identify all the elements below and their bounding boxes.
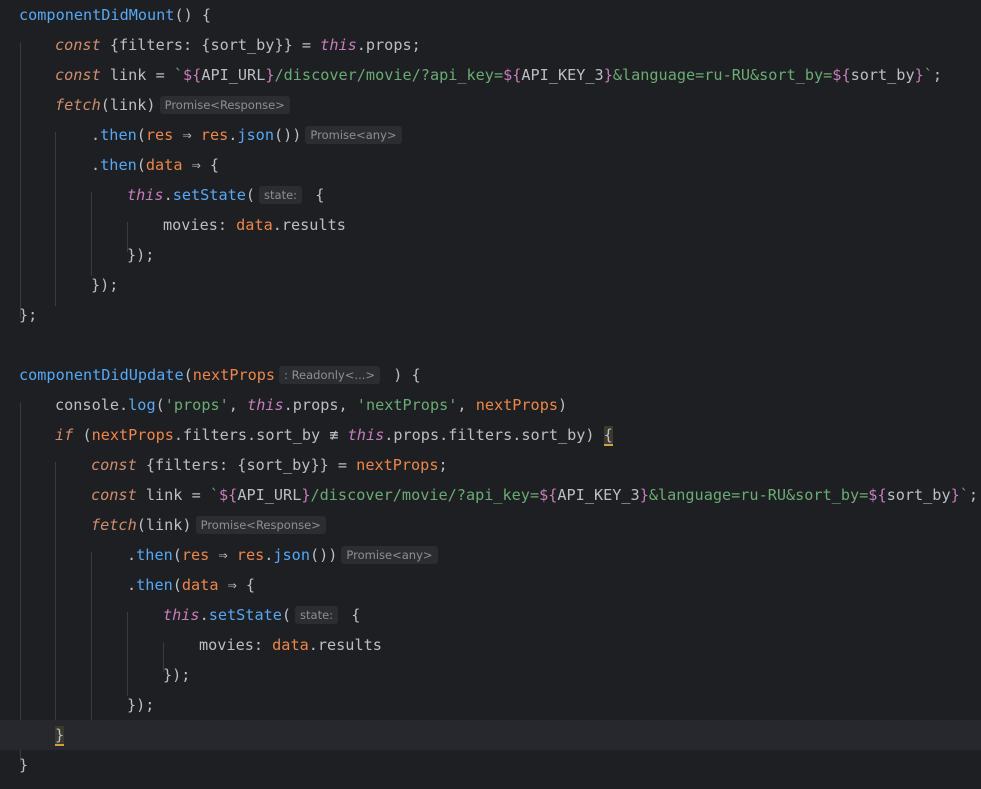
code-text: .then(res ⇒ res.json()) Promise<any> [91,120,406,150]
code-line[interactable]: if (nextProps.filters.sort_by ≢ this.pro… [0,420,981,450]
code-line[interactable]: }); [0,240,981,270]
code-line[interactable]: } [0,720,981,750]
code-text: const link = `${API_URL}/discover/movie/… [55,66,943,84]
code-text: const link = `${API_URL}/discover/movie/… [91,486,979,504]
code-line[interactable]: console.log('props', this.props, 'nextPr… [0,390,981,420]
code-line[interactable]: .then(data ⇒ { [0,570,981,600]
inlay-hint: Promise<any> [341,546,438,564]
code-line[interactable]: movies: data.results [0,630,981,660]
code-text: const {filters: {sort_by}} = this.props; [55,36,421,54]
inlay-hint: state: [295,606,339,624]
code-line[interactable]: fetch(link) Promise<Response> [0,510,981,540]
code-line[interactable]: this.setState(state: { [0,180,981,210]
code-line[interactable]: }); [0,660,981,690]
code-line[interactable] [0,330,981,360]
code-text: } [55,726,65,746]
code-text: }); [163,666,191,684]
code-text: movies: data.results [199,636,382,654]
code-line[interactable]: }); [0,270,981,300]
code-line[interactable]: }; [0,300,981,330]
code-text: } [19,756,29,774]
code-text: this.setState(state: { [163,606,361,624]
code-text: if (nextProps.filters.sort_by ≢ this.pro… [55,426,613,446]
code-line[interactable]: .then(res ⇒ res.json()) Promise<any> [0,540,981,570]
inlay-hint: Promise<Response> [159,96,290,114]
inlay-hint: Promise<Response> [195,516,326,534]
code-text: movies: data.results [163,216,346,234]
code-text: .then(res ⇒ res.json()) Promise<any> [127,540,442,570]
code-line[interactable]: componentDidUpdate(nextProps: Readonly<.… [0,360,981,390]
code-line[interactable]: const {filters: {sort_by}} = this.props; [0,30,981,60]
code-text: fetch(link) Promise<Response> [55,90,294,120]
code-line[interactable]: fetch(link) Promise<Response> [0,90,981,120]
code-text: .then(data ⇒ { [127,576,256,594]
code-text: componentDidMount() { [19,6,212,24]
code-line[interactable]: }); [0,690,981,720]
code-text: }); [91,276,119,294]
code-text: this.setState(state: { [127,186,325,204]
code-text: console.log('props', this.props, 'nextPr… [55,396,568,414]
code-editor[interactable]: componentDidMount() { const {filters: {so… [0,0,981,789]
inlay-hint: : Readonly<...> [279,366,381,384]
inlay-hint: state: [259,186,303,204]
code-text: fetch(link) Promise<Response> [91,510,330,540]
code-line[interactable]: this.setState(state: { [0,600,981,630]
code-text: componentDidUpdate(nextProps: Readonly<.… [19,366,421,384]
code-text: .then(data ⇒ { [91,156,220,174]
code-text: }); [127,696,155,714]
code-line[interactable]: const link = `${API_URL}/discover/movie/… [0,480,981,510]
code-line[interactable]: const {filters: {sort_by}} = nextProps; [0,450,981,480]
code-line[interactable]: .then(data ⇒ { [0,150,981,180]
code-text: }); [127,246,155,264]
code-line[interactable]: componentDidMount() { [0,0,981,30]
inlay-hint: Promise<any> [305,126,402,144]
code-line[interactable]: const link = `${API_URL}/discover/movie/… [0,60,981,90]
code-text: }; [19,306,38,324]
code-line[interactable]: .then(res ⇒ res.json()) Promise<any> [0,120,981,150]
code-text: const {filters: {sort_by}} = nextProps; [91,456,448,474]
code-line[interactable]: } [0,750,981,780]
code-line[interactable]: movies: data.results [0,210,981,240]
